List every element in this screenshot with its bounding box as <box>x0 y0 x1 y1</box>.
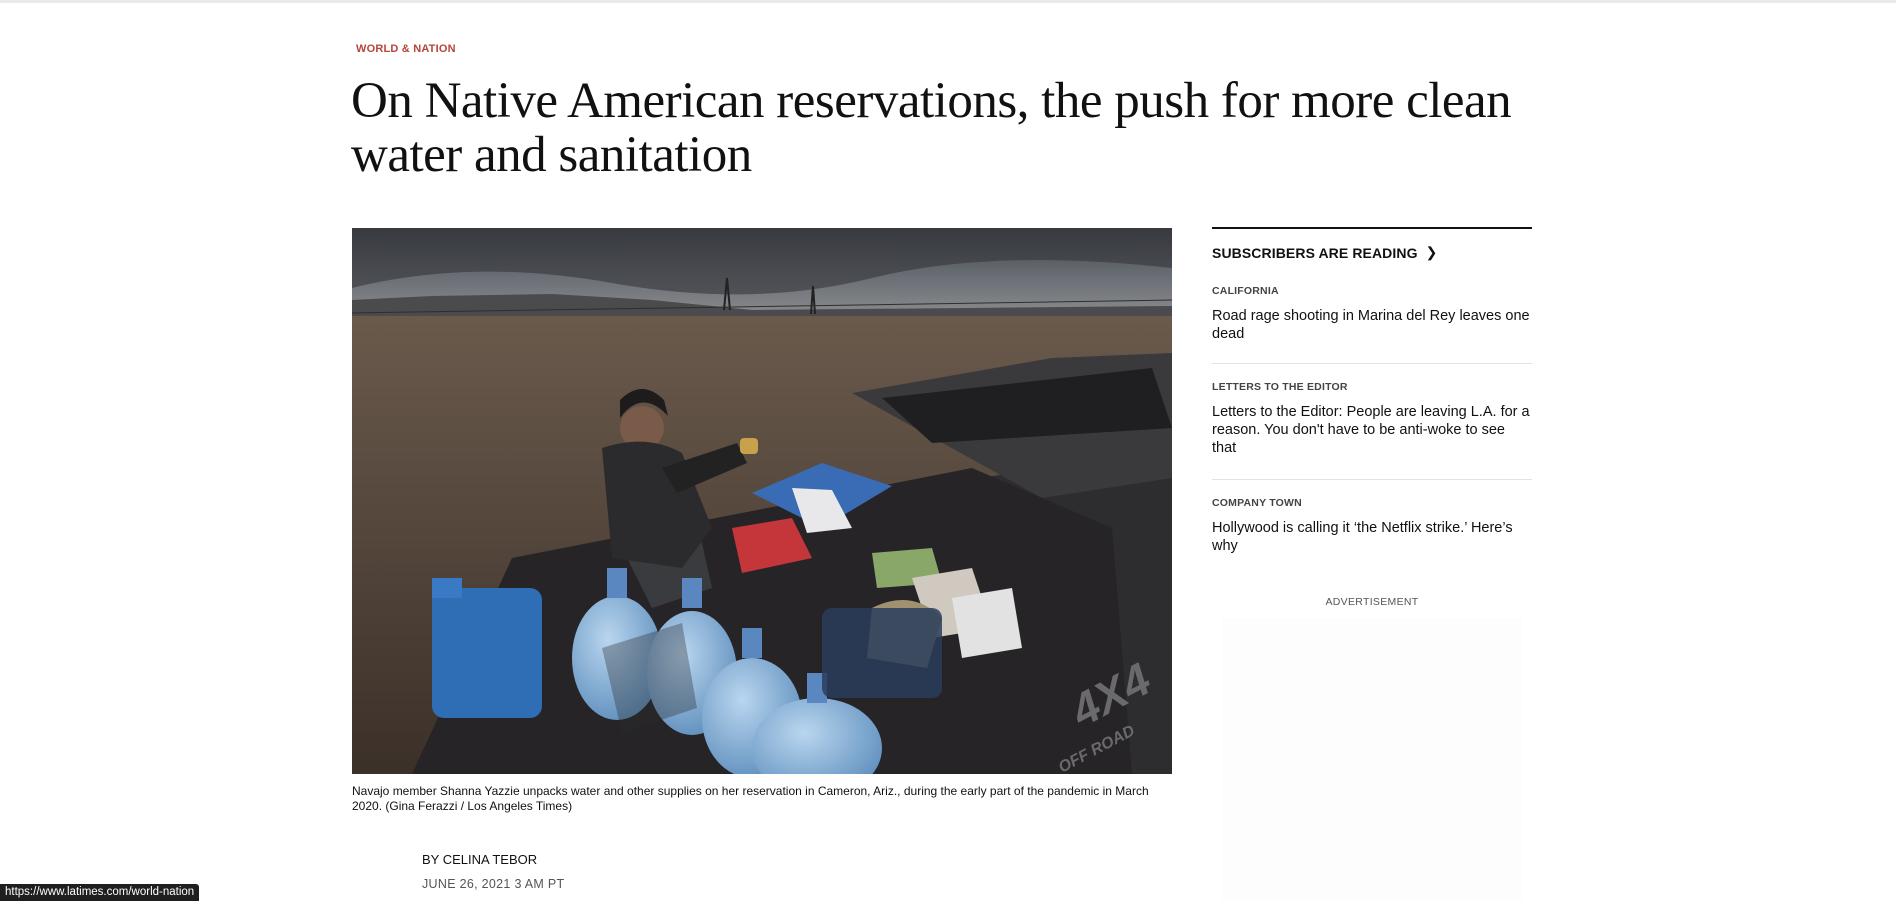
advertisement-slot[interactable] <box>1222 618 1522 901</box>
story-category[interactable]: LETTERS TO THE EDITOR <box>1212 381 1532 393</box>
story-title-link[interactable]: Road rage shooting in Marina del Rey lea… <box>1212 307 1532 343</box>
story-title-link[interactable]: Hollywood is calling it ‘the Netflix str… <box>1212 519 1532 555</box>
sidebar-story[interactable]: LETTERS TO THE EDITOR Letters to the Edi… <box>1212 381 1532 480</box>
sidebar-story[interactable]: CALIFORNIA Road rage shooting in Marina … <box>1212 285 1532 364</box>
article-photo: 4X4 OFF ROAD <box>352 228 1172 774</box>
author-link[interactable]: CELINA TEBOR <box>443 852 537 867</box>
section-link[interactable]: WORLD & NATION <box>356 43 456 55</box>
subscribers-reading-sidebar: SUBSCRIBERS ARE READING ❯ CALIFORNIA Roa… <box>1212 227 1532 261</box>
byline: BY CELINA TEBOR <box>422 852 537 867</box>
photo-caption: Navajo member Shanna Yazzie unpacks wate… <box>352 784 1172 814</box>
advertisement-label: ADVERTISEMENT <box>1212 596 1532 608</box>
publish-date: JUNE 26, 2021 3 AM PT <box>422 877 564 891</box>
story-category[interactable]: CALIFORNIA <box>1212 285 1532 297</box>
sidebar-story[interactable]: COMPANY TOWN Hollywood is calling it ‘th… <box>1212 497 1532 561</box>
subscribers-reading-link[interactable]: SUBSCRIBERS ARE READING ❯ <box>1212 244 1532 261</box>
top-border <box>0 0 1896 3</box>
sidebar-top-rule <box>1212 227 1532 229</box>
story-category[interactable]: COMPANY TOWN <box>1212 497 1532 509</box>
byline-prefix: BY <box>422 852 439 867</box>
chevron-right-icon: ❯ <box>1426 244 1438 261</box>
article-headline: On Native American reservations, the pus… <box>351 74 1531 182</box>
status-bar-url: https://www.latimes.com/world-nation <box>0 884 199 901</box>
sidebar-title: SUBSCRIBERS ARE READING <box>1212 245 1418 261</box>
story-title-link[interactable]: Letters to the Editor: People are leavin… <box>1212 403 1532 457</box>
